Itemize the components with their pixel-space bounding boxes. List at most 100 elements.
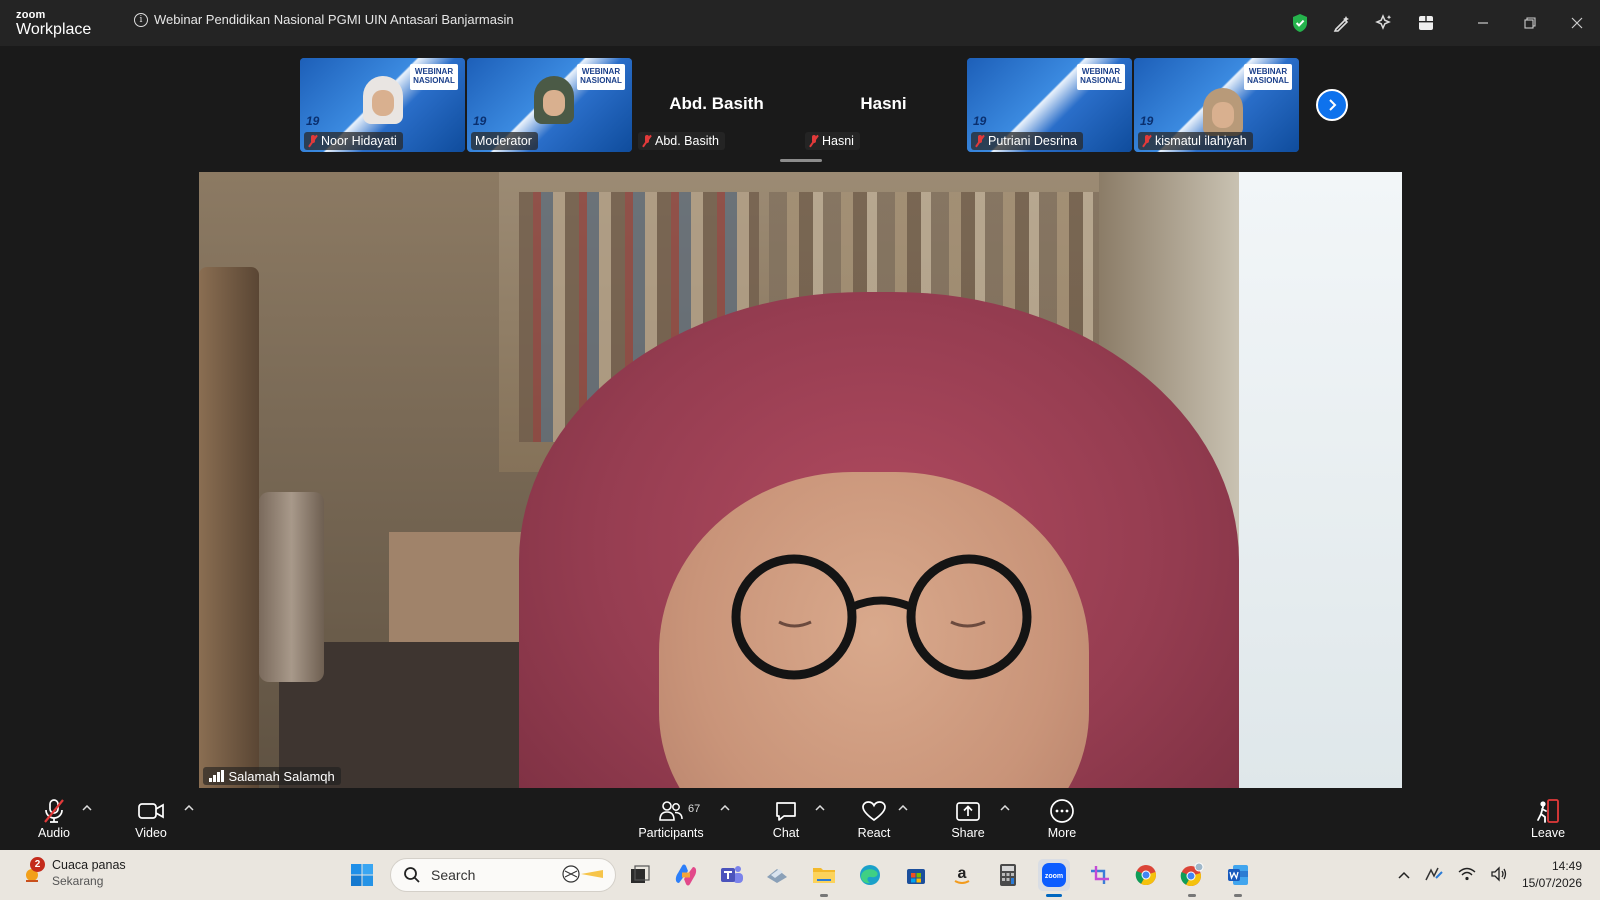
copilot-button[interactable] [670,859,702,891]
svg-text:zoom: zoom [1045,873,1063,880]
volume-icon[interactable] [1490,865,1508,885]
mic-muted-icon [975,135,985,147]
ai-companion-icon[interactable] [1363,10,1405,36]
video-options-button[interactable] [182,802,196,814]
audio-label: Audio [38,826,70,840]
audio-options-button[interactable] [80,802,94,814]
windows-start-icon [351,864,373,886]
react-options-button[interactable] [896,802,910,814]
zoom-app-button[interactable]: zoom [1038,859,1070,897]
app-running-indicator [1234,894,1242,897]
shield-check-icon[interactable] [1279,10,1321,36]
participant-tile[interactable]: Abd. Basith Abd. Basith [634,58,799,152]
chevron-right-icon [1329,99,1337,111]
participant-tile[interactable]: WEBINAR NASIONAL 19 Moderator [467,58,632,152]
amazon-button[interactable]: a [946,859,978,891]
share-button[interactable]: Share [933,798,1003,846]
share-screen-icon [955,798,981,824]
event-logo: 19 [973,114,987,128]
leave-icon [1534,798,1562,824]
video-label: Video [135,826,167,840]
chat-button[interactable]: Chat [751,798,821,846]
task-view-button[interactable] [624,859,656,891]
brand-zoom: zoom [16,9,46,21]
svg-text:a: a [958,865,967,882]
chevron-up-icon [1000,805,1010,811]
participant-tile[interactable]: WEBINAR NASIONAL 19 Noor Hidayati [300,58,465,152]
participant-name-tag: Abd. Basith [638,132,725,150]
participant-name-tag: Putriani Desrina [971,132,1083,150]
printer-app-button[interactable] [761,859,793,891]
mic-muted-icon [308,135,318,147]
meeting-info[interactable]: i Webinar Pendidikan Nasional PGMI UIN A… [134,12,514,27]
participant-tile[interactable]: WEBINAR NASIONAL 19 kismatul ilahiyah [1134,58,1299,152]
store-button[interactable] [900,859,932,891]
amazon-icon: a [954,865,970,884]
next-page-button[interactable] [1316,89,1348,121]
brand-workplace: Workplace [16,21,92,38]
teams-button[interactable] [716,859,748,891]
meeting-controls: Audio Video Participants 67 Chat React S… [0,788,1600,850]
app-active-indicator [1046,894,1062,897]
react-label: React [857,826,891,840]
calculator-button[interactable] [992,859,1024,891]
chevron-up-icon [1398,871,1410,879]
annotate-icon[interactable] [1321,10,1363,36]
chrome-profile-button[interactable] [1176,859,1208,897]
copilot-icon [675,864,697,886]
participant-name-tag: Hasni [805,132,860,150]
active-speaker-video[interactable]: Salamah Salamqh [199,172,1402,788]
title-bar: zoom Workplace i Webinar Pendidikan Nasi… [0,0,1600,46]
taskbar-search[interactable]: Search [390,858,616,892]
teams-icon [721,866,743,883]
event-logo: 19 [306,114,320,128]
participant-tile[interactable]: Hasni Hasni [801,58,966,152]
camera-icon [137,798,165,824]
search-highlight-icon [559,864,605,887]
restore-button[interactable] [1506,10,1553,36]
info-icon[interactable]: i [134,12,148,27]
show-hidden-icons-button[interactable] [1398,868,1410,882]
share-options-button[interactable] [998,802,1012,814]
minimize-button[interactable] [1459,10,1506,36]
snipping-tool-button[interactable] [1084,859,1116,891]
word-button[interactable] [1222,859,1254,897]
start-button[interactable] [346,859,378,891]
search-icon [404,867,420,883]
wifi-icon[interactable] [1458,867,1476,884]
participant-display-name: Abd. Basith [669,94,764,113]
participant-filmstrip: WEBINAR NASIONAL 19 Noor Hidayati WEBINA… [0,58,1600,152]
participants-options-button[interactable] [718,802,732,814]
restore-icon [1523,17,1536,29]
clock-date: 15/07/2026 [1521,876,1582,890]
chevron-up-icon [898,805,908,811]
chrome-icon [1135,865,1156,886]
more-icon [1049,798,1075,824]
chrome-button[interactable] [1130,859,1162,891]
file-explorer-button[interactable] [808,859,840,897]
calculator-icon [1000,864,1016,886]
snipping-tool-icon [1091,866,1109,884]
participants-icon [658,798,684,824]
leave-button[interactable]: Leave [1513,798,1583,846]
clock[interactable]: 14:49 15/07/2026 [1522,858,1582,892]
page-indicator [780,159,822,162]
event-logo: 19 [473,114,487,128]
participant-tile[interactable]: WEBINAR NASIONAL 19 Putriani Desrina [967,58,1132,152]
more-button[interactable]: More [1027,798,1097,846]
weather-widget[interactable]: 2 Cuaca panas Sekarang [20,857,126,889]
file-explorer-icon [813,868,835,883]
edge-button[interactable] [854,859,886,891]
participant-name: Putriani Desrina [988,134,1077,148]
participant-display-name: Hasni [860,94,907,113]
apps-icon[interactable] [1405,10,1447,36]
audio-button[interactable]: Audio [19,798,89,846]
chat-options-button[interactable] [813,802,827,814]
video-button[interactable]: Video [116,798,186,846]
meeting-title: Webinar Pendidikan Nasional PGMI UIN Ant… [154,12,514,27]
participant-name: Hasni [822,134,854,148]
webinar-banner: WEBINAR NASIONAL [410,64,458,90]
close-button[interactable] [1553,10,1600,36]
titlebar-controls [1279,10,1600,36]
pen-input-icon[interactable] [1424,866,1444,885]
